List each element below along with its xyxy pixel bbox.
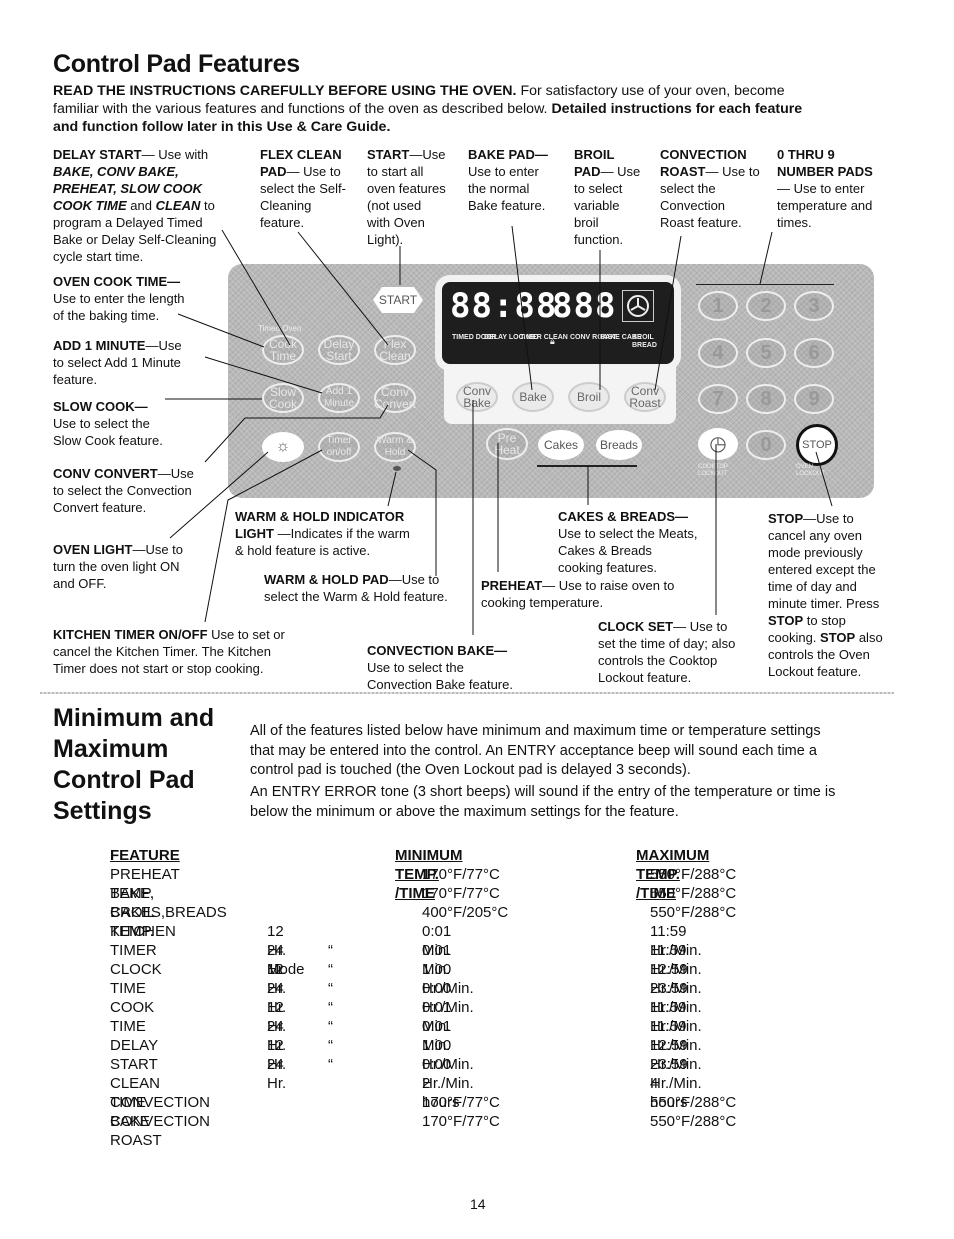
cell-feature: KITCHEN TIMER [110, 923, 176, 959]
leader-conv-roast [654, 235, 682, 391]
section-title: Minimum and Maximum Control Pad Settings [53, 704, 215, 825]
leader-add-1-minute [204, 356, 323, 394]
leader-number-pads [759, 231, 773, 285]
cell-ditto: “ [328, 999, 333, 1016]
cell-maximum: 550°F/288°C [650, 885, 737, 902]
leader-warm-hold-pad [407, 449, 437, 576]
cell-ditto: “ [328, 1037, 333, 1054]
section-paragraph-2: An ENTRY ERROR tone (3 short beeps) will… [250, 784, 836, 820]
leader-delay-start [221, 229, 291, 346]
section-paragraph-1: All of the features listed below have mi… [250, 723, 821, 778]
leader-bake [511, 225, 533, 391]
cell-maximum: 550°F/288°C [650, 1113, 737, 1130]
leader-flex-clean [297, 231, 389, 346]
leader-stop [815, 451, 833, 507]
cell-minimum: 170°F/77°C [422, 1094, 500, 1111]
cell-feature: DELAY START [110, 1037, 158, 1073]
cell-minimum: 170°F/77°C [422, 885, 500, 902]
leader-cook-time [177, 313, 265, 348]
cell-minimum: 170°F/77°C [422, 1113, 500, 1130]
cell-ditto: “ [328, 1056, 333, 1073]
leader-warm-hold-indicator [387, 471, 397, 507]
leader-oven-light [169, 451, 269, 539]
header-feature: FEATURE [110, 847, 180, 864]
cell-maximum: 550°F/288°C [650, 1094, 737, 1111]
leader-kitchen-timer [204, 449, 323, 623]
leader-conv-convert [204, 404, 389, 463]
cell-minimum: 170°F/77°C [422, 866, 500, 883]
page-number: 14 [470, 1196, 486, 1212]
section-divider [40, 692, 894, 694]
cell-maximum: 550°F/288°C [650, 866, 737, 883]
cell-ditto: “ [328, 961, 333, 978]
cell-maximum: 550°F/288°C [650, 904, 737, 921]
cell-mode: 24 Hr. [267, 1056, 287, 1092]
cell-ditto: “ [328, 1018, 333, 1035]
cell-minimum: 400°F/205°C [422, 904, 509, 921]
cell-feature: CLOCK TIME [110, 961, 162, 997]
cell-feature: CONVECTION ROAST [110, 1113, 211, 1149]
cell-ditto: “ [328, 942, 333, 959]
leader-lines [165, 225, 833, 635]
cell-feature: COOK TIME [110, 999, 155, 1035]
cell-ditto: “ [328, 980, 333, 997]
